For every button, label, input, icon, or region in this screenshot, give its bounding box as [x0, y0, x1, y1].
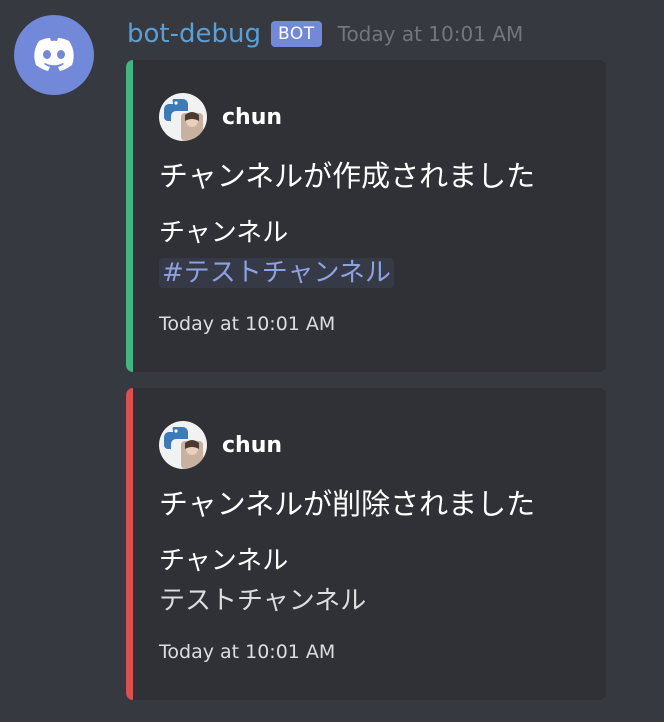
- bot-tag-badge: BOT: [270, 21, 322, 47]
- embed-color-bar: [126, 60, 133, 372]
- embed-footer-timestamp: Today at 10:01 AM: [159, 313, 336, 335]
- embed-channel-created: chun チャンネルが作成されました チャンネル #テストチャンネル Today…: [126, 60, 606, 372]
- message-timestamp[interactable]: Today at 10:01 AM: [338, 14, 524, 54]
- discord-logo-icon: [34, 38, 74, 71]
- embed-field-name: チャンネル: [159, 218, 289, 248]
- embed-title: チャンネルが作成されました: [159, 159, 536, 193]
- author-username[interactable]: bot-debug: [127, 14, 261, 54]
- embed-title: チャンネルが削除されました: [159, 487, 536, 521]
- embed-author: chun: [159, 93, 282, 141]
- embed-field-name: チャンネル: [159, 546, 289, 576]
- embed-author-name[interactable]: chun: [222, 433, 282, 458]
- embed-footer-timestamp: Today at 10:01 AM: [159, 641, 336, 663]
- python-logo-icon: [164, 427, 203, 469]
- author-avatar[interactable]: [159, 93, 207, 141]
- chat-message: bot-debug BOT Today at 10:01 AM chun チャン…: [0, 0, 664, 722]
- embed-channel-deleted: chun チャンネルが削除されました チャンネル テストチャンネル Today …: [126, 388, 606, 700]
- embed-color-bar: [126, 388, 133, 700]
- python-logo-icon: [164, 99, 203, 141]
- embed-field-value: #テストチャンネル: [159, 255, 395, 291]
- embed-author-name[interactable]: chun: [222, 105, 282, 130]
- embed-author: chun: [159, 421, 282, 469]
- message-header: bot-debug BOT Today at 10:01 AM: [127, 14, 523, 54]
- author-avatar[interactable]: [159, 421, 207, 469]
- bot-avatar[interactable]: [14, 15, 94, 95]
- embed-field-value: テストチャンネル: [159, 586, 367, 616]
- channel-mention-link[interactable]: #テストチャンネル: [159, 258, 395, 288]
